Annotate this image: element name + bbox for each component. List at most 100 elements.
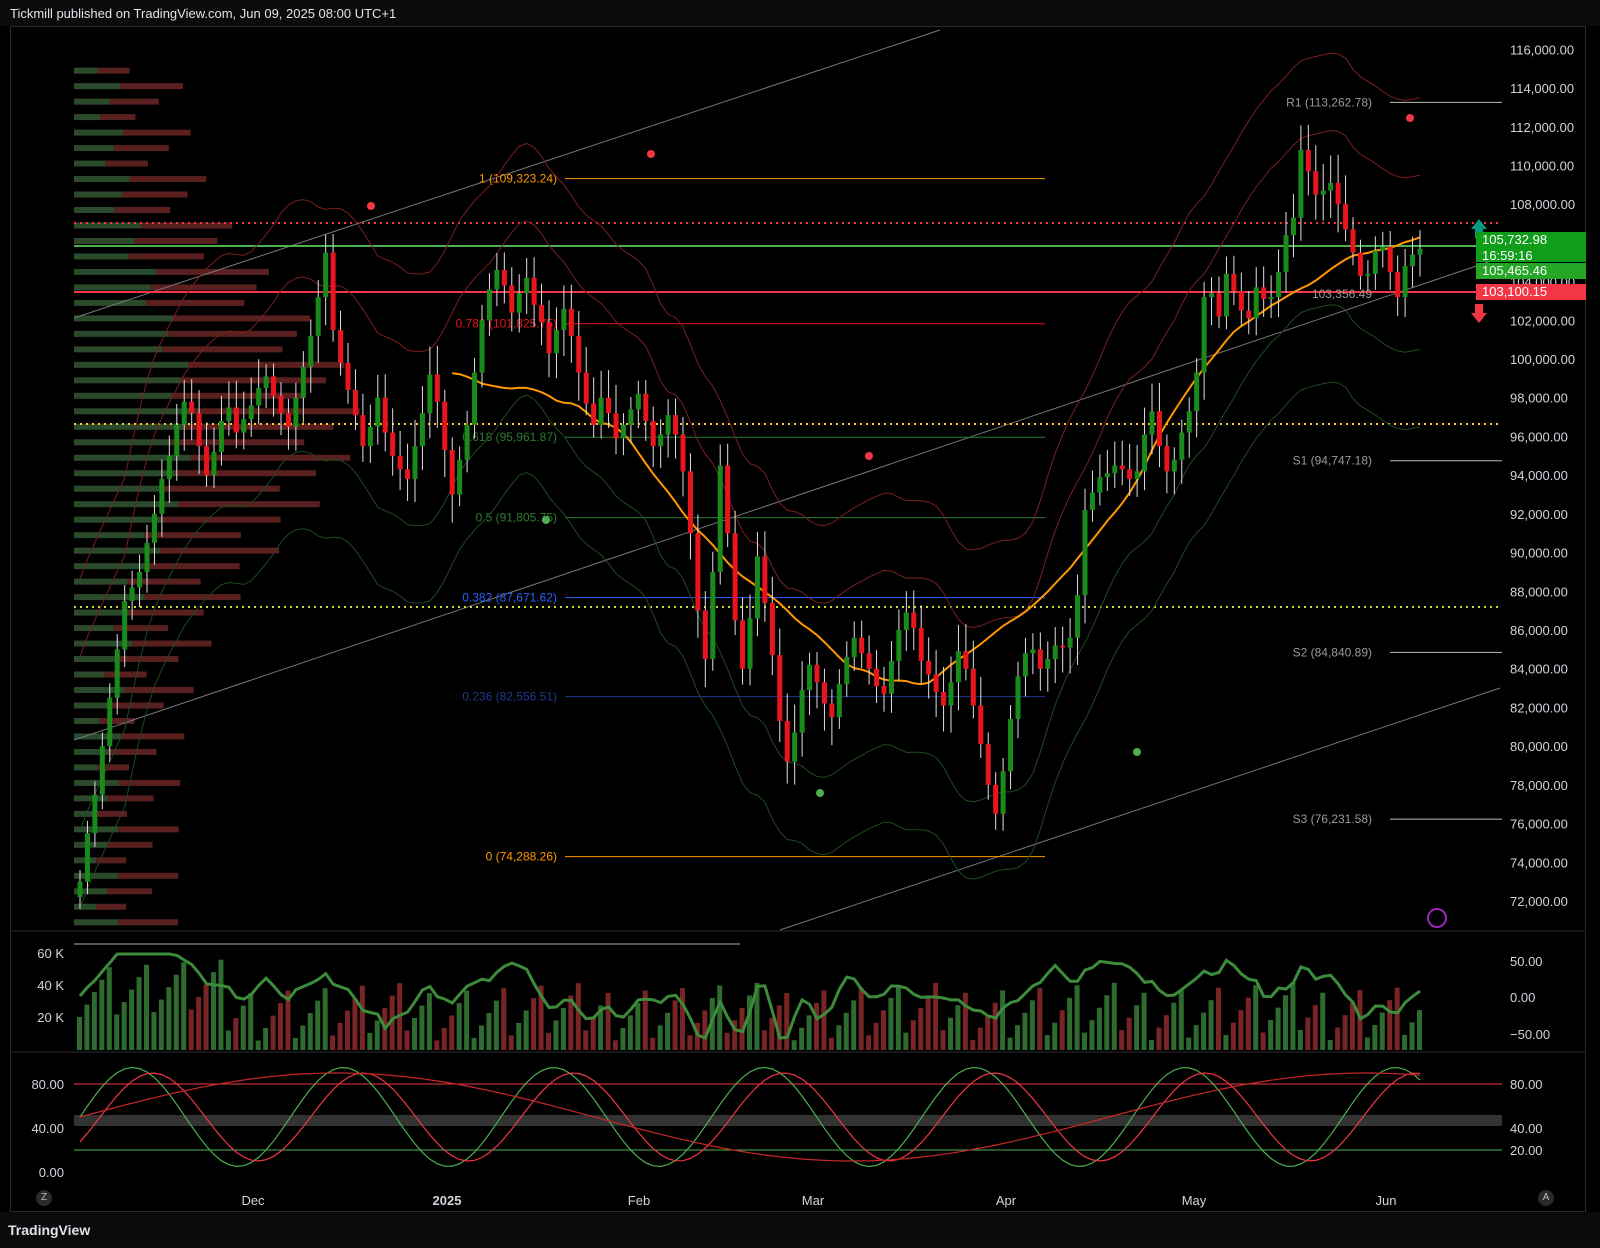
volume-bar bbox=[91, 992, 97, 1050]
volume-profile-bar bbox=[74, 578, 128, 585]
volume-profile-bar bbox=[122, 191, 188, 198]
volume-profile-bar bbox=[120, 83, 183, 90]
candle bbox=[747, 618, 753, 669]
y-tick-label: 84,000.00 bbox=[1510, 662, 1568, 677]
y-tick-label: 74,000.00 bbox=[1510, 855, 1568, 870]
candle bbox=[844, 657, 850, 685]
volume-profile-bar bbox=[114, 145, 169, 152]
candle bbox=[1186, 411, 1192, 433]
volume-bar bbox=[1335, 1027, 1341, 1050]
zoom-button[interactable]: Z bbox=[36, 1190, 52, 1206]
volume-bar bbox=[1044, 1035, 1050, 1050]
volume-bar bbox=[784, 992, 790, 1050]
candle bbox=[516, 293, 522, 313]
volume-bar bbox=[233, 1018, 239, 1050]
candle bbox=[1410, 254, 1416, 267]
volume-bar bbox=[553, 1020, 559, 1050]
candle bbox=[189, 401, 195, 414]
candle bbox=[881, 686, 887, 694]
candle bbox=[1305, 150, 1311, 172]
candle bbox=[1328, 182, 1334, 191]
candle bbox=[99, 746, 105, 795]
volume-bar bbox=[471, 1037, 477, 1050]
candle bbox=[434, 374, 440, 402]
volume-bar bbox=[1029, 1000, 1035, 1050]
volume-bar bbox=[136, 977, 142, 1050]
volume-bar bbox=[828, 1037, 834, 1050]
tradingview-logo[interactable]: TradingView bbox=[8, 1222, 90, 1238]
stoch-tick-label-right: 80.00 bbox=[1510, 1077, 1543, 1092]
volume-bar bbox=[583, 1030, 589, 1050]
auto-scale-button[interactable]: A bbox=[1538, 1190, 1554, 1206]
volume-profile-bar bbox=[74, 268, 157, 275]
volume-bar bbox=[263, 1028, 269, 1050]
volume-profile-bar bbox=[74, 671, 105, 678]
volume-profile-bar bbox=[146, 299, 245, 306]
candle bbox=[784, 720, 790, 762]
channel-line bbox=[779, 687, 1501, 931]
candle bbox=[1037, 649, 1043, 669]
volume-profile-bar bbox=[74, 145, 115, 152]
volume-bar bbox=[1305, 1017, 1311, 1050]
candle bbox=[970, 668, 976, 706]
volume-bar bbox=[1022, 1012, 1028, 1050]
volume-bar bbox=[434, 1040, 440, 1050]
volume-profile-bar bbox=[74, 841, 108, 848]
volume-profile-bar bbox=[74, 346, 163, 353]
volume-bar bbox=[1015, 1025, 1020, 1050]
y-tick-label: 92,000.00 bbox=[1510, 507, 1568, 522]
candle bbox=[1112, 465, 1118, 474]
candle bbox=[486, 289, 492, 321]
candle bbox=[308, 335, 314, 367]
candle bbox=[1320, 190, 1326, 195]
volume-bar bbox=[359, 985, 365, 1050]
volume-profile-bar bbox=[111, 702, 164, 709]
volume-bar bbox=[858, 987, 864, 1050]
volume-bar bbox=[419, 1005, 425, 1050]
volume-bar bbox=[367, 1032, 373, 1050]
candle bbox=[859, 637, 865, 654]
volume-bar bbox=[1238, 1010, 1244, 1050]
candle bbox=[181, 401, 187, 425]
candle bbox=[323, 252, 329, 298]
volume-bar bbox=[717, 985, 723, 1050]
candle bbox=[926, 660, 932, 675]
pivot-label: S1 (94,747.18) bbox=[1293, 454, 1372, 468]
y-tick-label: 98,000.00 bbox=[1510, 391, 1568, 406]
volume-bar bbox=[687, 1035, 693, 1050]
volume-bar bbox=[337, 1023, 343, 1050]
volume-profile-bar bbox=[74, 779, 119, 786]
candle bbox=[472, 372, 478, 425]
candle bbox=[159, 479, 165, 514]
volume-tick-label: 20 K bbox=[37, 1010, 64, 1025]
candle bbox=[717, 465, 723, 572]
candle bbox=[710, 571, 716, 660]
signal-dot bbox=[542, 516, 550, 524]
fib-label: 0.236 (82,556.51) bbox=[462, 690, 557, 704]
volume-bar bbox=[1245, 997, 1251, 1050]
volume-bar bbox=[144, 964, 149, 1050]
main-chart[interactable]: 1 (109,323.24)0.786 (101,825.75)0.618 (9… bbox=[0, 0, 1600, 1248]
volume-profile-bar bbox=[144, 563, 240, 570]
volume-profile-bar bbox=[74, 330, 169, 337]
candle bbox=[1201, 297, 1207, 373]
candle bbox=[1365, 273, 1371, 276]
volume-bar bbox=[799, 1027, 805, 1050]
volume-bar bbox=[345, 1010, 350, 1050]
volume-bar bbox=[248, 993, 254, 1050]
volume-bar bbox=[1350, 1002, 1355, 1050]
candle bbox=[591, 403, 597, 425]
candle bbox=[1179, 432, 1185, 460]
candle bbox=[687, 471, 693, 534]
volume-profile-bar bbox=[74, 129, 124, 136]
candle bbox=[1283, 235, 1289, 272]
volume-bar bbox=[1283, 995, 1288, 1050]
candle bbox=[1223, 273, 1229, 317]
candle bbox=[1276, 271, 1282, 298]
signal-dot bbox=[1406, 114, 1414, 122]
candle bbox=[367, 426, 373, 447]
volume-bar bbox=[881, 1010, 886, 1050]
candle bbox=[896, 630, 902, 661]
volume-bar bbox=[1007, 1037, 1013, 1050]
candle bbox=[1008, 719, 1014, 772]
